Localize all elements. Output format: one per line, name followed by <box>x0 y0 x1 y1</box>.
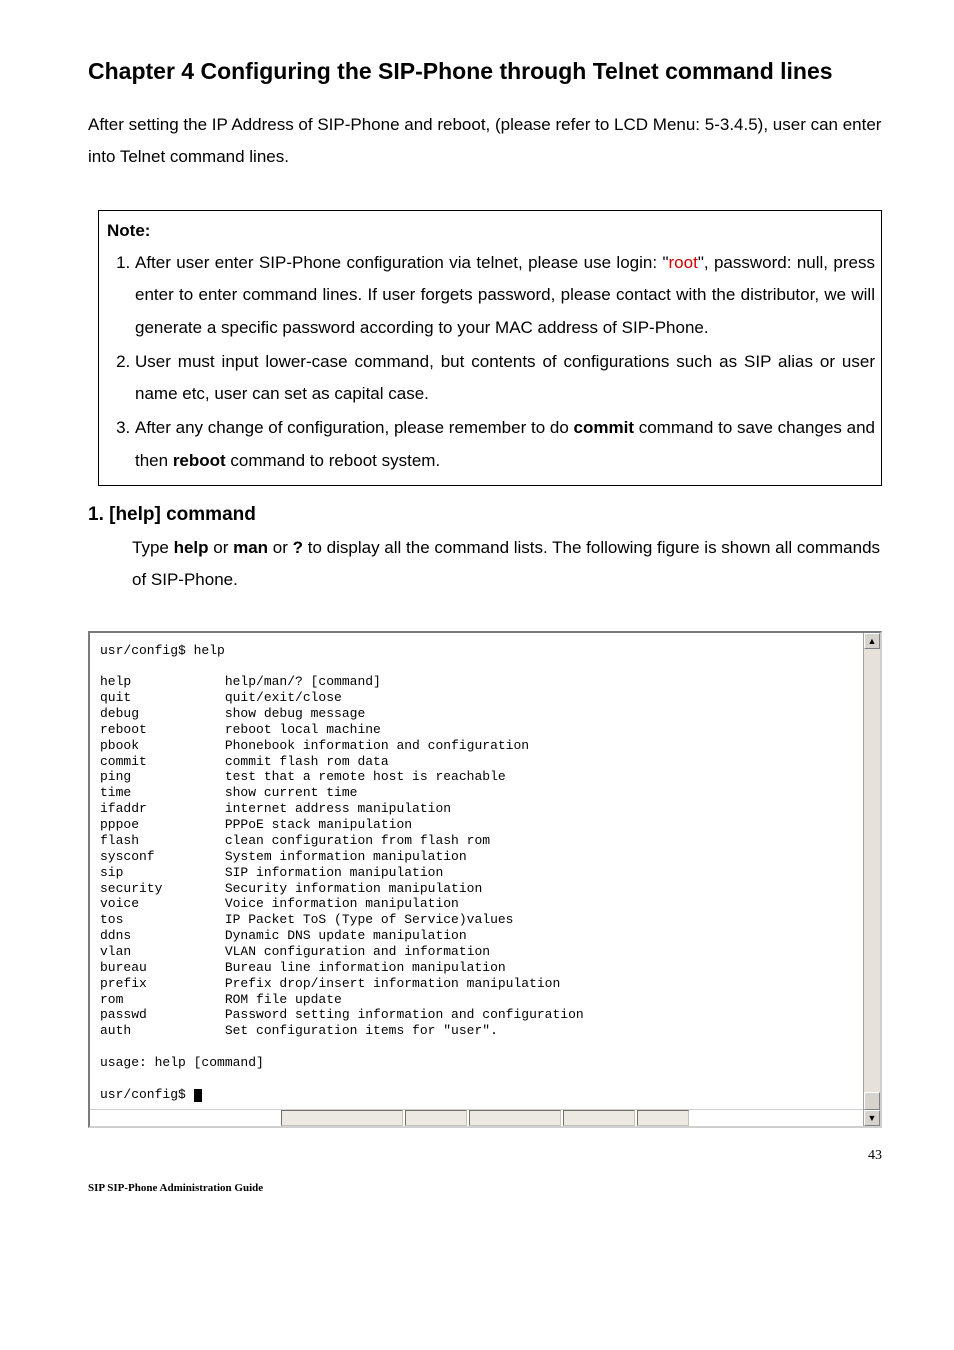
terminal-status-bar <box>90 1109 880 1126</box>
scroll-down-button[interactable]: ▼ <box>864 1110 880 1126</box>
status-cell <box>405 1110 467 1126</box>
scroll-track[interactable] <box>864 649 880 1092</box>
intro-paragraph: After setting the IP Address of SIP-Phon… <box>88 109 882 174</box>
status-cell <box>469 1110 561 1126</box>
note-list: After user enter SIP-Phone configuration… <box>99 247 881 485</box>
note-item: After user enter SIP-Phone configuration… <box>135 247 877 344</box>
status-cell <box>563 1110 635 1126</box>
page-number: 43 <box>88 1148 882 1164</box>
note-item: After any change of configuration, pleas… <box>135 412 877 477</box>
status-cell <box>637 1110 689 1126</box>
chapter-title: Chapter 4 Configuring the SIP-Phone thro… <box>88 56 882 87</box>
terminal-window: usr/config$ help help help/man/? [comman… <box>88 631 882 1128</box>
status-cell <box>281 1110 403 1126</box>
terminal-scrollbar[interactable]: ▲ ▼ <box>863 633 880 1126</box>
footer-text: SIP SIP-Phone Administration Guide <box>88 1182 882 1194</box>
scroll-up-button[interactable]: ▲ <box>864 633 880 649</box>
scroll-thumb[interactable] <box>864 1092 880 1110</box>
section-title: 1. [help] command <box>88 504 882 526</box>
note-item: User must input lower-case command, but … <box>135 346 877 411</box>
note-title: Note: <box>99 211 881 247</box>
terminal-cursor <box>194 1089 202 1102</box>
note-box: Note: After user enter SIP-Phone configu… <box>98 210 882 486</box>
page-container: Chapter 4 Configuring the SIP-Phone thro… <box>0 0 954 1218</box>
terminal-output: usr/config$ help help help/man/? [comman… <box>90 633 880 1109</box>
section-body: Type help or man or ? to display all the… <box>132 532 882 597</box>
